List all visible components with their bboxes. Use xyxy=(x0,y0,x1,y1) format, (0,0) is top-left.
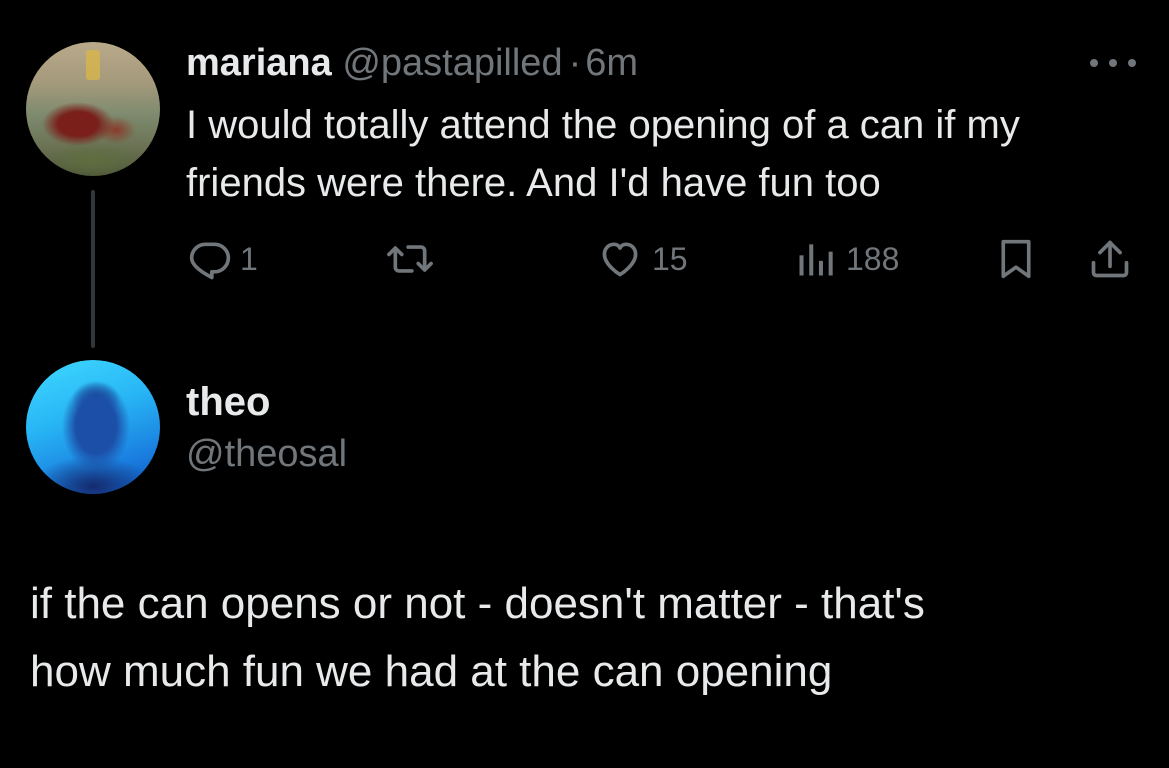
retweet-button[interactable] xyxy=(386,236,442,282)
more-icon[interactable] xyxy=(1090,56,1136,70)
reply-icon xyxy=(189,242,231,280)
views-button[interactable]: 188 xyxy=(794,236,899,282)
reply-button[interactable]: 1 xyxy=(188,236,258,282)
views-icon xyxy=(799,244,833,276)
reply-text-line: if the can opens or not - doesn't matter… xyxy=(30,579,925,628)
reply-text: if the can opens or not - doesn't matter… xyxy=(30,570,1140,706)
bookmark-icon xyxy=(1001,239,1031,279)
like-button[interactable]: 15 xyxy=(596,236,688,282)
view-count: 188 xyxy=(846,240,900,277)
separator-dot: · xyxy=(568,42,582,84)
bookmark-button[interactable] xyxy=(996,236,1036,282)
tweet-timestamp[interactable]: 6m xyxy=(585,42,638,84)
tweet-header: mariana @pastapilled · 6m xyxy=(186,38,638,88)
reply-count: 1 xyxy=(240,240,258,277)
share-icon xyxy=(1091,240,1129,278)
tweet-text: I would totally attend the opening of a … xyxy=(186,96,1146,212)
tweet-text-line: I would totally attend the opening of a … xyxy=(186,103,1020,147)
retweet-icon xyxy=(387,245,433,273)
reply-author-handle[interactable]: @theosal xyxy=(186,428,347,480)
thread-line xyxy=(91,190,95,348)
like-count: 15 xyxy=(652,240,688,277)
avatar-theo[interactable] xyxy=(26,360,160,494)
share-button[interactable] xyxy=(1088,236,1132,282)
reply-author-display-name[interactable]: theo xyxy=(186,376,270,428)
heart-icon xyxy=(602,242,638,277)
author-handle[interactable]: @pastapilled xyxy=(342,42,562,84)
reply-text-line: how much fun we had at the can opening xyxy=(30,647,833,696)
author-display-name[interactable]: mariana xyxy=(186,42,332,84)
tweet-text-line: friends were there. And I'd have fun too xyxy=(186,161,881,205)
avatar-mariana[interactable] xyxy=(26,42,160,176)
